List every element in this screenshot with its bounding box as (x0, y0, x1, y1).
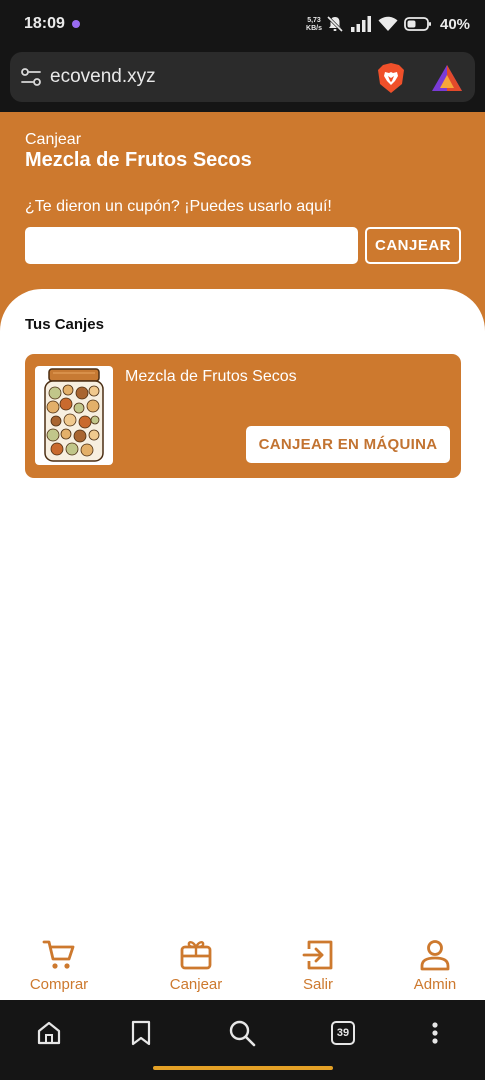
page-title: Mezcla de Frutos Secos (25, 149, 252, 171)
user-icon (420, 940, 450, 971)
wifi-icon (378, 16, 398, 31)
brave-rewards-icon[interactable] (431, 64, 463, 92)
status-icons: 40% (326, 14, 470, 34)
product-image (35, 366, 113, 465)
home-button[interactable] (32, 1016, 66, 1050)
notification-dot-icon (72, 20, 80, 28)
site-settings-icon[interactable] (20, 66, 42, 88)
nav-item-comprar[interactable]: Comprar (14, 938, 104, 993)
url-text[interactable]: ecovend.xyz (50, 66, 156, 88)
bookmark-icon (131, 1020, 151, 1046)
home-icon (37, 1021, 61, 1045)
cart-icon (42, 940, 75, 969)
coupon-input[interactable] (25, 227, 358, 264)
network-speed-value: 5,73 (307, 17, 321, 24)
browser-toolbar: 39 (0, 1000, 485, 1080)
redeem-at-machine-button[interactable]: CANJEAR EN MÁQUINA (246, 426, 450, 463)
coupon-prompt: ¿Te dieron un cupón? ¡Puedes usarlo aquí… (25, 198, 332, 215)
nav-label-canjear: Canjear (169, 976, 223, 993)
bookmark-button[interactable] (124, 1016, 158, 1050)
nav-item-salir[interactable]: Salir (273, 938, 363, 993)
app-bottom-nav: Comprar Canjear Salir Admin (0, 930, 485, 1000)
signal-icon (351, 16, 371, 32)
battery-percent: 40% (440, 15, 471, 33)
content-sheet: Tus Canjes Mezcla de Frutos Secos CANJEA… (0, 289, 485, 949)
mute-icon (326, 15, 344, 33)
nav-item-admin[interactable]: Admin (390, 938, 480, 993)
nav-label-salir: Salir (302, 976, 333, 993)
browser-address-bar: ecovend.xyz (0, 48, 485, 112)
battery-icon (404, 17, 431, 31)
tabs-button[interactable]: 39 (326, 1016, 360, 1050)
network-speed: 5,73 KB/s (304, 17, 324, 33)
brave-shields-icon[interactable] (376, 62, 406, 94)
status-bar: 18:09 5,73 KB/s 40% (0, 0, 485, 48)
logout-icon (302, 940, 333, 970)
more-menu-button[interactable] (418, 1016, 452, 1050)
more-icon (432, 1022, 438, 1044)
page-subtitle: Canjear (25, 131, 82, 148)
nav-item-canjear[interactable]: Canjear (151, 938, 241, 993)
nav-label-comprar: Comprar (29, 976, 89, 993)
nav-label-admin: Admin (413, 976, 457, 993)
redeem-coupon-button[interactable]: CANJEAR (365, 227, 461, 264)
search-icon (229, 1020, 256, 1047)
gesture-home-indicator[interactable] (153, 1066, 333, 1070)
status-time: 18:09 (24, 15, 65, 32)
section-heading: Tus Canjes (25, 316, 104, 333)
search-button[interactable] (225, 1016, 259, 1050)
network-speed-unit: KB/s (306, 25, 322, 32)
url-field[interactable]: ecovend.xyz (10, 52, 475, 102)
redemption-card: Mezcla de Frutos Secos CANJEAR EN MÁQUIN… (25, 354, 461, 478)
nut-jar-image (44, 368, 104, 462)
gift-card-icon (180, 941, 212, 970)
tabs-icon: 39 (331, 1021, 355, 1045)
product-name: Mezcla de Frutos Secos (125, 368, 297, 385)
